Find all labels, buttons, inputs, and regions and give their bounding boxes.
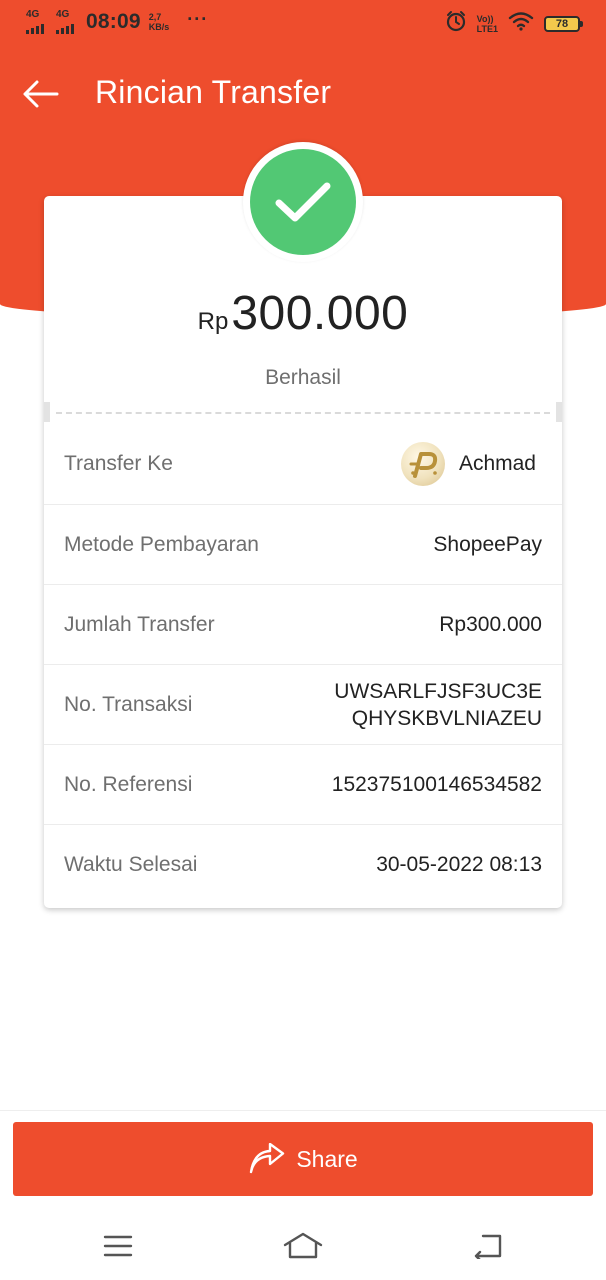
app-bar: Rincian Transfer [0,60,606,126]
receipt-notch-right [556,402,562,422]
check-icon [275,182,331,222]
status-time: 08:09 [86,10,141,33]
nav-back-icon [474,1234,502,1259]
detail-row-completed-time: Waktu Selesai 30-05-2022 08:13 [44,824,562,904]
transaction-id-line2: QHYSKBVLNIAZEU [351,707,542,730]
share-icon [250,1143,285,1174]
nav-back-button[interactable] [463,1226,511,1266]
reference-value: 152375100146534582 [331,773,542,796]
transaction-id-value: UWSARLFJSF3UC3E QHYSKBVLNIAZEU [334,665,542,745]
network-speed-value: 2,7 [148,12,162,22]
recipient-value: Achmad [400,424,536,504]
nav-menu-button[interactable] [94,1226,142,1266]
detail-row-reference: No. Referensi 152375100146534582 [44,744,562,824]
recipient-name: Achmad [458,452,536,475]
success-badge [250,149,356,255]
alarm-icon [445,10,467,37]
more-notifications-indicator: ··· [187,8,209,29]
share-label: Share [296,1145,358,1172]
transaction-id-line1: UWSARLFJSF3UC3E [334,680,542,703]
volte-indicator: Vo)) LTE1 [477,14,498,34]
completed-time-label: Waktu Selesai [64,853,198,876]
transfer-details: Transfer Ke Achmad Metode Pembayaran Sho… [44,424,562,904]
network-speed-unit: KB/s [148,22,170,32]
reference-label: No. Referensi [64,773,193,796]
payment-method-value: ShopeePay [433,533,542,556]
sim1-network-label: 4G [26,9,40,20]
battery-icon: 78 [544,15,583,32]
payment-method-label: Metode Pembayaran [64,533,259,556]
share-button[interactable]: Share [13,1122,593,1196]
battery-level: 78 [555,17,569,30]
sim2-signal: 4G [56,10,78,34]
receipt-notch-left [44,402,50,422]
signal-icon [26,24,44,34]
home-icon [283,1232,323,1259]
lte-label: LTE1 [476,23,498,34]
completed-time-value: 30-05-2022 08:13 [376,853,542,876]
menu-icon [103,1235,133,1257]
sim2-network-label: 4G [56,9,70,20]
signal-icon [56,24,74,34]
amount-value: 300.000 [231,287,409,340]
transfer-amount: Rp300.000 [0,286,606,341]
status-bar: 4G 4G 08:09 2,7 KB/s ··· Vo)) LTE1 78 [0,0,606,46]
detail-row-transaction-id: No. Transaksi UWSARLFJSF3UC3E QHYSKBVLNI… [44,664,562,744]
detail-row-recipient: Transfer Ke Achmad [44,424,562,504]
network-speed: 2,7 KB/s [149,12,170,32]
recipient-label: Transfer Ke [64,452,173,475]
page-title: Rincian Transfer [95,74,332,110]
arrow-left-icon [23,80,59,108]
amount-currency: Rp [197,308,229,335]
share-divider [0,1110,606,1111]
transfer-amount-value: Rp300.000 [439,613,542,636]
back-button[interactable] [16,72,64,116]
wifi-icon [508,11,534,36]
detail-row-transfer-amount: Jumlah Transfer Rp300.000 [44,584,562,664]
transfer-status: Berhasil [265,366,341,389]
transfer-amount-label: Jumlah Transfer [64,613,215,636]
volte-label: Vo)) [476,13,494,24]
receipt-divider [56,412,550,414]
detail-row-payment-method: Metode Pembayaran ShopeePay [44,504,562,584]
status-bar-left: 4G 4G 08:09 2,7 KB/s ··· [26,8,209,34]
recipient-avatar-icon [400,442,445,486]
nav-home-button[interactable] [279,1226,327,1266]
sim1-signal: 4G [26,10,48,34]
transaction-id-label: No. Transaksi [64,693,193,716]
status-bar-right: Vo)) LTE1 78 [445,10,583,37]
system-nav-bar [0,1214,606,1280]
